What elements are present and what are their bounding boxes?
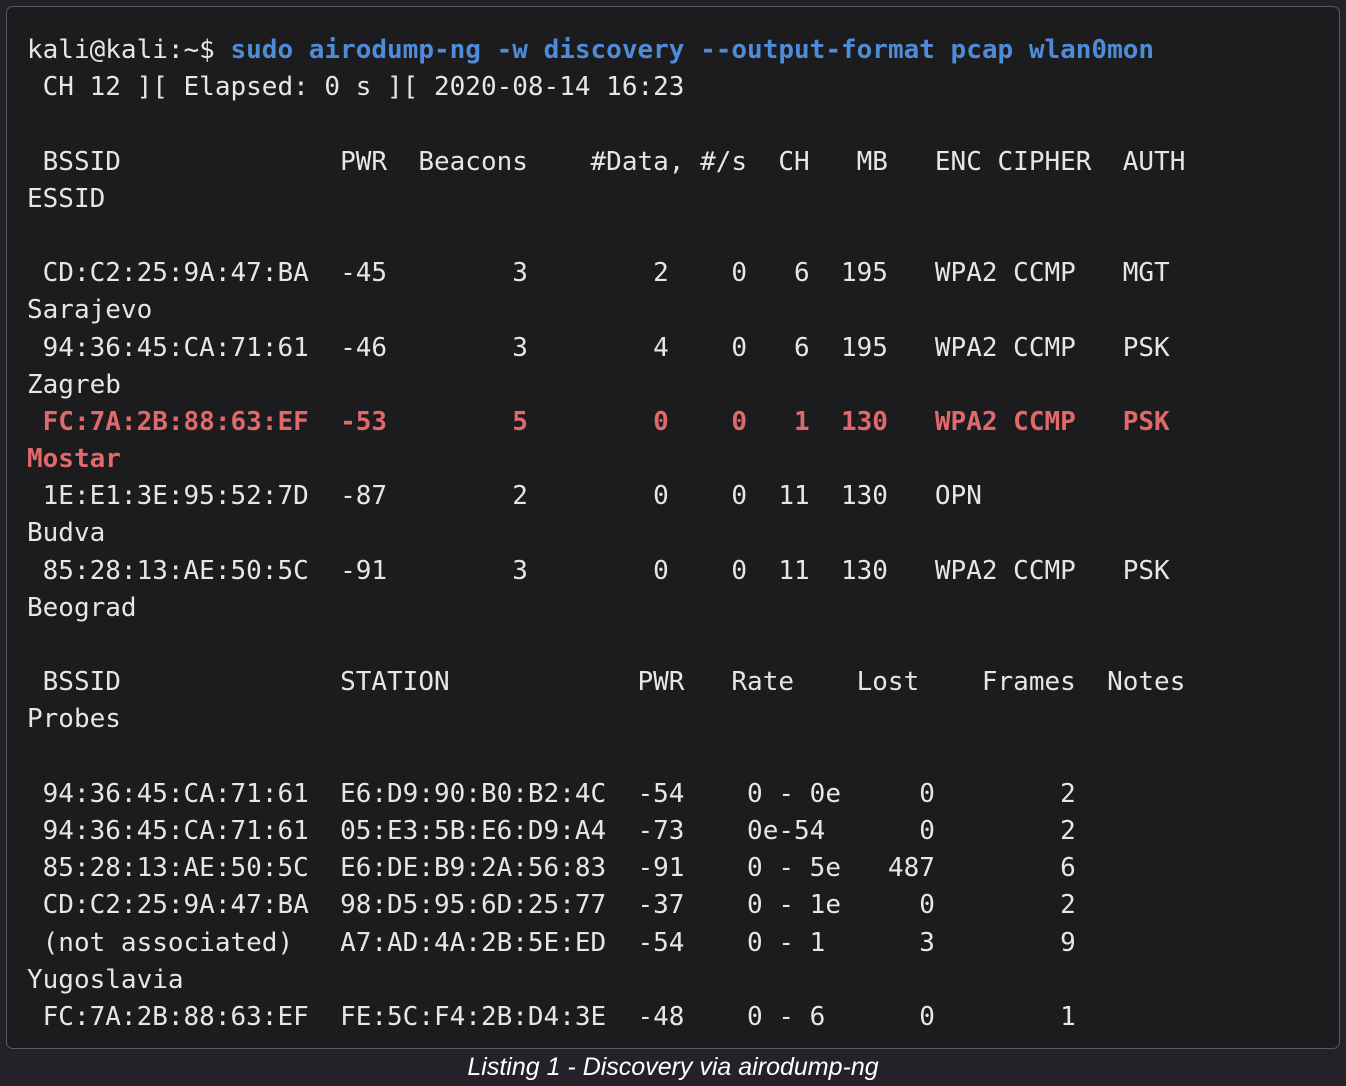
command-line: kali@kali:~$ sudo airodump-ng -w discove…: [27, 32, 1185, 69]
station-row: FC:7A:2B:88:63:EF FE:5C:F4:2B:D4:3E -48 …: [27, 1001, 1076, 1032]
ap-table-header: BSSID PWR Beacons #Data, #/s CH MB ENC C…: [27, 146, 1186, 177]
station-row: 94:36:45:CA:71:61 05:E3:5B:E6:D9:A4 -73 …: [27, 815, 1076, 846]
ap-row-highlighted: FC:7A:2B:88:63:EF -53 5 0 0 1 130 WPA2 C…: [27, 406, 1170, 437]
ap-row-essid: Sarajevo: [27, 295, 153, 326]
command-text: sudo airodump-ng -w discovery --output-f…: [230, 35, 1155, 65]
ap-table-header-essid: ESSID: [27, 183, 106, 214]
ap-row-essid: Zagreb: [27, 369, 121, 400]
station-row-probe: Yugoslavia: [27, 964, 184, 995]
ap-row: 1E:E1:3E:95:52:7D -87 2 0 0 11 130 OPN: [27, 481, 982, 512]
station-row: 85:28:13:AE:50:5C E6:DE:B9:2A:56:83 -91 …: [27, 853, 1076, 884]
station-row: (not associated) A7:AD:4A:2B:5E:ED -54 0…: [27, 927, 1076, 958]
ap-row-essid: Budva: [27, 518, 106, 549]
ap-row: CD:C2:25:9A:47:BA -45 3 2 0 6 195 WPA2 C…: [27, 258, 1170, 289]
terminal-output: kali@kali:~$ sudo airodump-ng -w discove…: [27, 32, 1185, 1036]
station-table-header-probes: Probes: [27, 704, 121, 735]
terminal-window: kali@kali:~$ sudo airodump-ng -w discove…: [6, 6, 1340, 1049]
ap-row: 94:36:45:CA:71:61 -46 3 4 0 6 195 WPA2 C…: [27, 332, 1170, 363]
ap-row-essid-highlighted: Mostar: [27, 444, 121, 475]
station-row: CD:C2:25:9A:47:BA 98:D5:95:6D:25:77 -37 …: [27, 890, 1076, 921]
ap-row: 85:28:13:AE:50:5C -91 3 0 0 11 130 WPA2 …: [27, 555, 1170, 586]
station-row: 94:36:45:CA:71:61 E6:D9:90:B0:B2:4C -54 …: [27, 778, 1076, 809]
ap-row-essid: Beograd: [27, 592, 137, 623]
listing-caption: Listing 1 - Discovery via airodump-ng: [467, 1053, 879, 1081]
shell-prompt: kali@kali:~$: [27, 35, 231, 65]
station-table-header: BSSID STATION PWR Rate Lost Frames Notes: [27, 667, 1186, 698]
status-line: CH 12 ][ Elapsed: 0 s ][ 2020-08-14 16:2…: [27, 72, 685, 103]
